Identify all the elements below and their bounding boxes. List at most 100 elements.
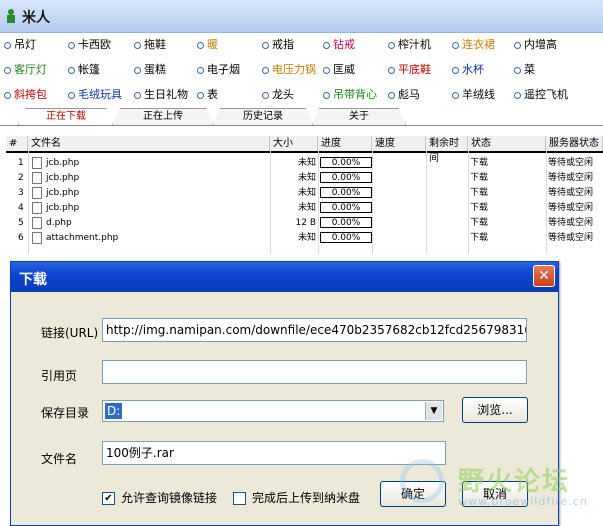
promo-link-label: 遥控飞机 <box>524 88 568 101</box>
row-filename-text: attachment.php <box>46 233 119 243</box>
watermark: 野火论坛 www.proewildfire.cn <box>392 455 602 515</box>
promo-link[interactable]: 毛绒玩具 <box>68 85 122 105</box>
promo-link[interactable]: 帐篷 <box>68 60 100 80</box>
row-server-status: 等待或空闲 <box>548 171 603 185</box>
promo-link[interactable]: 平底鞋 <box>388 60 431 80</box>
tab-uploading[interactable]: 正在上传 <box>112 108 214 125</box>
table-row[interactable]: 5 d.php 12 B 下载 等待或空闲 0.00% <box>6 216 603 230</box>
promo-link-label: 表 <box>207 88 218 101</box>
row-status-text: 下载 <box>470 233 489 243</box>
bullet-icon <box>4 66 11 74</box>
referer-field[interactable] <box>102 360 527 384</box>
promo-link[interactable]: 拖鞋 <box>134 35 166 55</box>
row-size: 未知 <box>270 201 316 215</box>
promo-link[interactable]: 吊灯 <box>4 35 36 55</box>
tab-about[interactable]: 关于 <box>312 108 406 125</box>
promo-link[interactable]: 卡西欧 <box>68 35 111 55</box>
promo-link[interactable]: 水杯 <box>452 60 484 80</box>
table-row[interactable]: 3 jcb.php 未知 下载 等待或空闲 0.00% <box>6 186 603 200</box>
mirror-checkbox[interactable]: ✔ 允许查询镜像链接 <box>102 490 217 506</box>
file-icon <box>32 231 42 244</box>
col-server-header[interactable]: 服务器状态 <box>546 136 603 151</box>
promo-link-label: 彪马 <box>398 88 420 101</box>
upload-checkbox[interactable]: 完成后上传到纳米盘 <box>233 490 360 506</box>
promo-link[interactable]: 遥控飞机 <box>514 85 568 105</box>
promo-link[interactable]: 斜挎包 <box>4 85 47 105</box>
promo-link[interactable]: 戒指 <box>262 35 294 55</box>
col-status-header[interactable]: 状态 <box>468 136 546 151</box>
promo-link[interactable]: 暖 <box>197 35 218 55</box>
promo-link[interactable]: 吊带背心 <box>323 85 377 105</box>
row-server-status-text: 等待或空闲 <box>548 218 594 228</box>
close-icon[interactable]: ✕ <box>533 265 555 287</box>
row-server-status-text: 等待或空闲 <box>548 188 594 198</box>
promo-link[interactable]: 内增高 <box>514 35 557 55</box>
bullet-icon <box>134 91 141 99</box>
promo-link-label: 吊带背心 <box>333 88 377 101</box>
table-row[interactable]: 6 attachment.php 未知 下载 等待或空闲 0.00% <box>6 231 603 245</box>
bullet-icon <box>134 41 141 49</box>
checkbox-box[interactable] <box>233 492 246 505</box>
promo-link[interactable]: 龙头 <box>262 85 294 105</box>
row-filename-text: jcb.php <box>46 203 80 213</box>
bullet-icon <box>323 41 330 49</box>
promo-link[interactable]: 菜 <box>514 60 535 80</box>
promo-link[interactable]: 蛋糕 <box>134 60 166 80</box>
promo-link[interactable]: 客厅灯 <box>4 60 47 80</box>
row-size-text: 未知 <box>297 188 316 198</box>
row-filename: jcb.php <box>32 201 268 215</box>
watermark-url: www.proewildfire.cn <box>458 495 588 508</box>
promo-link[interactable]: 匡威 <box>323 60 355 80</box>
progress-bar: 0.00% <box>320 202 372 213</box>
row-status-text: 下载 <box>470 158 489 168</box>
promo-link[interactable]: 生日礼物 <box>134 85 188 105</box>
chevron-down-icon[interactable]: ▼ <box>425 402 442 420</box>
promo-link[interactable]: 电子烟 <box>197 60 240 80</box>
save-dir-select[interactable]: D: ▼ <box>102 400 444 422</box>
table-row[interactable]: 4 jcb.php 未知 下载 等待或空闲 0.00% <box>6 201 603 215</box>
bullet-icon <box>388 91 395 99</box>
save-dir-value: D: <box>105 403 123 419</box>
bullet-icon <box>197 66 204 74</box>
col-num-header[interactable]: # <box>6 136 28 151</box>
promo-link-label: 戒指 <box>272 38 294 51</box>
browse-button[interactable]: 浏览... <box>462 397 528 423</box>
promo-link[interactable]: 表 <box>197 85 218 105</box>
row-size-text: 未知 <box>297 173 316 183</box>
promo-link-label: 羊绒线 <box>462 88 495 101</box>
row-server-status: 等待或空闲 <box>548 216 603 230</box>
promo-link[interactable]: 电压力锅 <box>262 60 316 80</box>
bullet-icon <box>452 41 459 49</box>
checkmark-icon[interactable]: ✔ <box>102 492 115 505</box>
promo-links: 吊灯 卡西欧 拖鞋 暖 戒指 钻戒 榨汁机 连衣裙 内增高客厅灯 帐篷 蛋糕 电子烟 电压力锅 匡威 平底鞋… <box>0 33 603 107</box>
row-status-text: 下载 <box>470 218 489 228</box>
app-title: 米人 <box>22 10 50 26</box>
bullet-icon <box>4 91 11 99</box>
row-status: 下载 <box>470 156 540 170</box>
row-server-status-text: 等待或空闲 <box>548 173 594 183</box>
list-header: # 文件名 大小 进度 速度 剩余时间 状态 服务器状态 <box>6 136 603 164</box>
col-size-header[interactable]: 大小 <box>270 136 318 151</box>
promo-link-label: 卡西欧 <box>78 38 111 51</box>
col-progress-header[interactable]: 进度 <box>318 136 372 151</box>
download-list[interactable]: # 文件名 大小 进度 速度 剩余时间 状态 服务器状态 1 jcb.php 未知下… <box>6 136 603 254</box>
table-row[interactable]: 1 jcb.php 未知 下载 等待或空闲 0.00% <box>6 156 603 170</box>
bullet-icon <box>388 66 395 74</box>
dialog-titlebar: 下载 ✕ <box>11 262 558 292</box>
promo-link[interactable]: 榨汁机 <box>388 35 431 55</box>
promo-link[interactable]: 彪马 <box>388 85 420 105</box>
tab-history[interactable]: 历史记录 <box>212 108 314 125</box>
watermark-logo-icon <box>400 459 444 503</box>
promo-link-label: 电压力锅 <box>272 63 316 76</box>
promo-link[interactable]: 连衣裙 <box>452 35 495 55</box>
tab-downloading[interactable]: 正在下载 <box>18 108 114 125</box>
col-name-header[interactable]: 文件名 <box>28 136 270 151</box>
row-number-text: 2 <box>18 173 24 183</box>
promo-link[interactable]: 羊绒线 <box>452 85 495 105</box>
col-remaining-header[interactable]: 剩余时间 <box>426 136 468 164</box>
col-speed-header[interactable]: 速度 <box>372 136 426 151</box>
promo-link[interactable]: 钻戒 <box>323 35 355 55</box>
table-row[interactable]: 2 jcb.php 未知 下载 等待或空闲 0.00% <box>6 171 603 185</box>
tab-bar: 正在下载 正在上传 历史记录 关于 <box>0 107 603 126</box>
url-field[interactable]: http://img.namipan.com/downfile/ece470b2… <box>102 318 527 342</box>
